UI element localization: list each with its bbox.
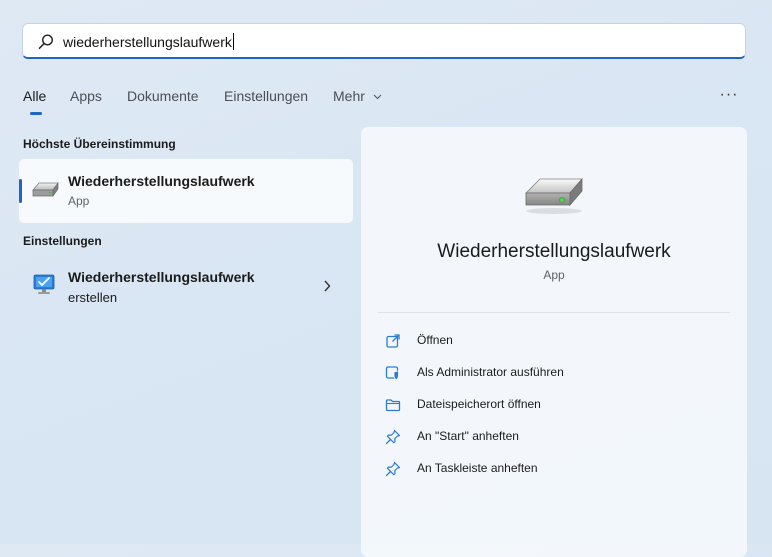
- best-match-result[interactable]: Wiederherstellungslaufwerk App: [19, 159, 353, 223]
- action-pin-to-start[interactable]: An "Start" anheften: [385, 425, 725, 449]
- tab-all[interactable]: Alle: [23, 88, 47, 115]
- tab-documents-label: Dokumente: [127, 88, 199, 104]
- best-match-title: Wiederherstellungslaufwerk: [68, 173, 255, 189]
- action-open-label: Öffnen: [417, 333, 453, 347]
- pin-icon: [385, 461, 401, 477]
- open-icon: [386, 334, 400, 348]
- drive-icon: [525, 177, 583, 214]
- settings-result[interactable]: Wiederherstellungslaufwerk erstellen: [19, 258, 353, 314]
- best-match-heading: Höchste Übereinstimmung: [23, 137, 176, 151]
- drive-icon: [32, 181, 59, 198]
- detail-subtitle: App: [543, 268, 565, 282]
- more-options-button[interactable]: ···: [718, 86, 740, 104]
- settings-result-subtitle: erstellen: [68, 290, 118, 305]
- action-open-file-location[interactable]: Dateispeicherort öffnen: [385, 393, 725, 417]
- action-pin-to-start-label: An "Start" anheften: [417, 429, 519, 443]
- action-pin-to-taskbar-label: An Taskleiste anheften: [417, 461, 538, 475]
- action-run-as-admin[interactable]: Als Administrator ausführen: [385, 361, 725, 385]
- tab-apps-label: Apps: [70, 88, 102, 104]
- action-open[interactable]: Öffnen: [385, 329, 725, 353]
- pin-icon: [385, 429, 401, 445]
- action-open-file-location-label: Dateispeicherort öffnen: [417, 397, 541, 411]
- tab-documents[interactable]: Dokumente: [127, 88, 199, 104]
- tab-more[interactable]: Mehr: [333, 88, 382, 104]
- divider: [378, 312, 730, 313]
- search-icon: [38, 34, 54, 49]
- chevron-right-icon: [324, 280, 331, 292]
- action-pin-to-taskbar[interactable]: An Taskleiste anheften: [385, 457, 725, 481]
- tab-settings[interactable]: Einstellungen: [224, 88, 308, 104]
- monitor-check-icon: [33, 274, 55, 294]
- tab-active-indicator: [30, 112, 42, 115]
- detail-panel: Wiederherstellungslaufwerk App Öffnen Al…: [361, 127, 747, 557]
- search-input[interactable]: wiederherstellungslaufwerk: [22, 23, 746, 59]
- settings-heading: Einstellungen: [23, 234, 102, 248]
- more-icon: ···: [719, 86, 739, 103]
- selection-indicator: [19, 179, 22, 203]
- tab-apps[interactable]: Apps: [70, 88, 102, 104]
- tab-all-label: Alle: [23, 88, 47, 104]
- settings-result-title: Wiederherstellungslaufwerk: [68, 269, 255, 285]
- action-run-as-admin-label: Als Administrator ausführen: [417, 365, 564, 379]
- detail-title: Wiederherstellungslaufwerk: [437, 241, 671, 262]
- tab-more-label: Mehr: [333, 88, 365, 104]
- shield-icon: [385, 366, 399, 381]
- best-match-subtitle: App: [68, 194, 90, 208]
- chevron-down-icon: [373, 94, 382, 100]
- tab-settings-label: Einstellungen: [224, 88, 309, 104]
- folder-icon: [385, 399, 401, 412]
- search-query-text: wiederherstellungslaufwerk: [63, 33, 234, 50]
